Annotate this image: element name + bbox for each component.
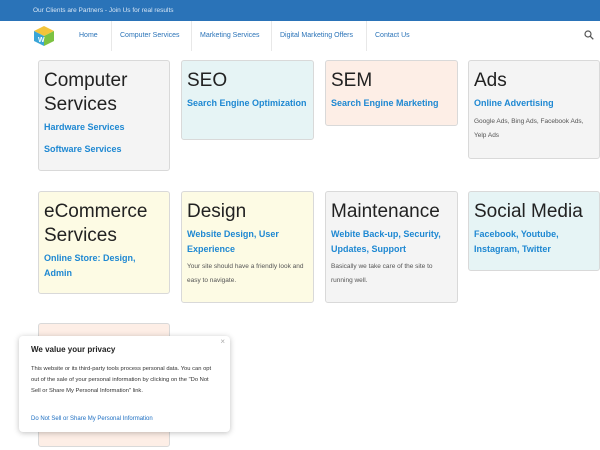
card-title: SEO [187, 70, 228, 91]
nav-marketing-services[interactable]: Marketing Services [191, 21, 268, 51]
privacy-consent-popup: × We value your privacy This website or … [19, 336, 230, 432]
card-maintenance: Maintenance Webite Back-up, Security, Up… [325, 191, 458, 303]
card-title: Maintenance [331, 201, 440, 222]
privacy-title: We value your privacy [31, 345, 116, 354]
link-social-networks[interactable]: Facebook, Youtube, Instagram, Twitter [474, 227, 593, 256]
card-ecommerce-services: eCommerce Services Online Store: Design,… [38, 191, 170, 294]
card-description: Your site should have a friendly look an… [187, 263, 304, 284]
card-description: Google Ads, Bing Ads, Facebook Ads, Yelp… [474, 117, 584, 139]
nav-digital-marketing-offers[interactable]: Digital Marketing Offers [271, 21, 361, 51]
do-not-sell-link[interactable]: Do Not Sell or Share My Personal Informa… [31, 416, 153, 422]
site-logo[interactable]: W [33, 25, 55, 47]
link-hardware-services[interactable]: Hardware Services [44, 120, 163, 135]
link-online-store[interactable]: Online Store: Design, Admin [44, 251, 163, 280]
announcement-text: Our Clients are Partners - Join Us for r… [33, 7, 174, 14]
card-social-media: Social Media Facebook, Youtube, Instagra… [468, 191, 600, 271]
card-seo: SEO Search Engine Optimization [181, 60, 314, 140]
top-announcement-bar: Our Clients are Partners - Join Us for r… [0, 0, 600, 21]
card-design: Design Website Design, User Experience Y… [181, 191, 314, 303]
main-navbar: W Home Computer Services Marketing Servi… [0, 21, 600, 51]
link-search-engine-marketing[interactable]: Search Engine Marketing [331, 96, 451, 111]
card-ads: Ads Online Advertising Google Ads, Bing … [468, 60, 600, 159]
search-icon[interactable] [584, 30, 594, 40]
link-website-design[interactable]: Website Design, User Experience [187, 227, 307, 256]
card-description: Basically we take care of the site to ru… [331, 263, 433, 284]
card-title: Social Media [474, 201, 583, 222]
link-online-advertising[interactable]: Online Advertising [474, 96, 593, 111]
card-title: Ads [474, 70, 507, 91]
nav-contact-us[interactable]: Contact Us [366, 21, 418, 51]
nav-computer-services[interactable]: Computer Services [111, 21, 188, 51]
card-computer-services: Computer Services Hardware Services Soft… [38, 60, 170, 171]
link-search-engine-optimization[interactable]: Search Engine Optimization [187, 96, 307, 111]
svg-text:W: W [38, 37, 45, 44]
close-icon[interactable]: × [220, 337, 225, 346]
card-title: Design [187, 201, 247, 222]
card-title: SEM [331, 70, 373, 91]
card-sem: SEM Search Engine Marketing [325, 60, 458, 126]
privacy-body: This website or its third-party tools pr… [31, 366, 212, 394]
card-title: eCommerce Services [44, 201, 148, 246]
link-software-services[interactable]: Software Services [44, 142, 163, 157]
nav-home[interactable]: Home [71, 21, 106, 51]
card-title: Computer Services [44, 70, 128, 115]
link-website-backup[interactable]: Webite Back-up, Security, Updates, Suppo… [331, 227, 451, 256]
